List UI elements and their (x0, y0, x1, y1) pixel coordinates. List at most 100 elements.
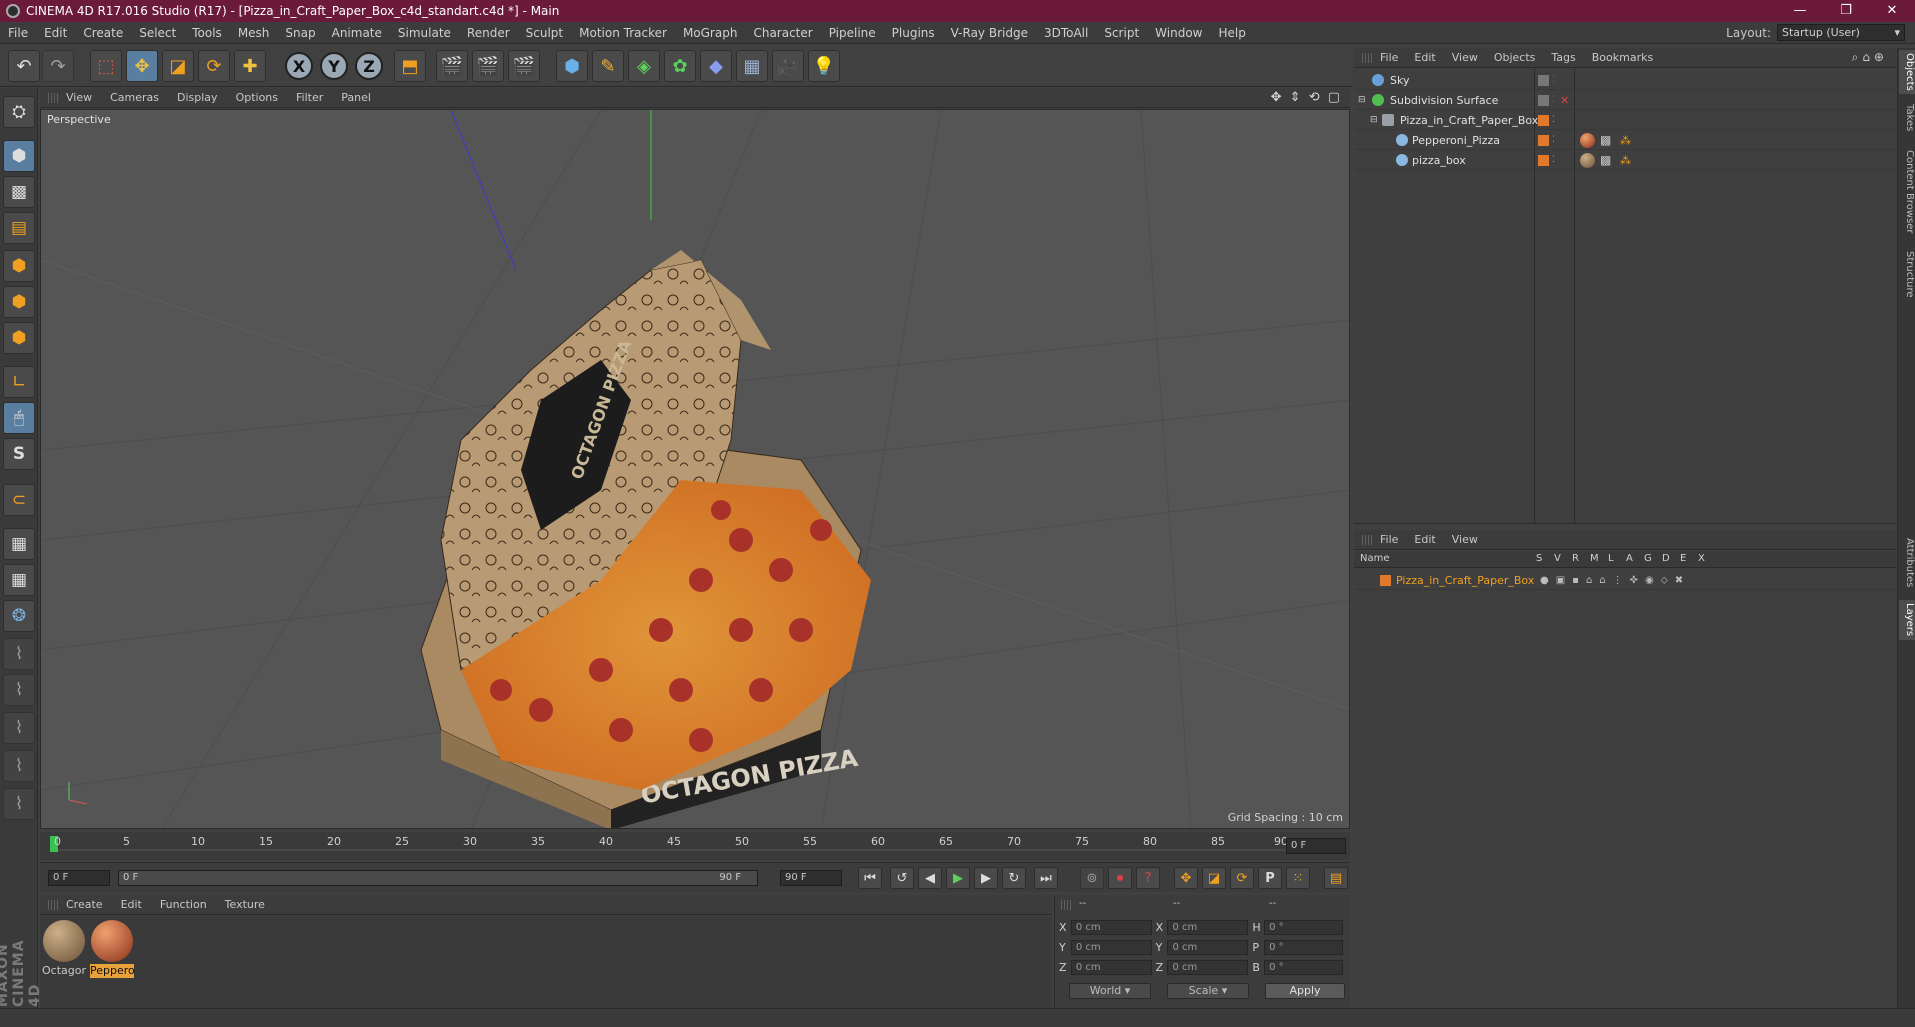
menu-sculpt[interactable]: Sculpt (526, 26, 563, 40)
sculpt-inflate-button[interactable]: ⌇ (3, 750, 35, 782)
layer-toggle[interactable] (1538, 74, 1549, 86)
menu-script[interactable]: Script (1104, 26, 1139, 40)
add-nurbs-button[interactable]: ◈ (628, 50, 660, 82)
range-slider[interactable]: 0 F 90 F (118, 870, 758, 886)
rotation-b-field[interactable]: 0 ° (1264, 959, 1343, 975)
layer-menu-file[interactable]: File (1380, 533, 1398, 546)
layer-color-swatch[interactable] (1538, 154, 1549, 166)
layer-color-swatch[interactable] (1380, 574, 1391, 586)
layer-toggle[interactable] (1538, 94, 1549, 106)
timeline-ruler[interactable]: 0 5 10 15 20 25 30 35 40 45 50 55 60 65 … (50, 832, 1290, 860)
coordinate-system-button[interactable]: ⬒ (394, 50, 426, 82)
position-z-field[interactable]: 0 cm (1070, 959, 1152, 975)
live-selection-button[interactable]: ⬚ (90, 50, 122, 82)
position-x-field[interactable]: 0 cm (1070, 919, 1152, 935)
viewport-menu-display[interactable]: Display (177, 91, 218, 104)
add-light-button[interactable]: 💡 (808, 50, 840, 82)
visibility-dots-icon[interactable]: ⁚ (1552, 75, 1555, 85)
coordinate-mode-dropdown[interactable]: World ▾ (1069, 983, 1151, 999)
menu-mograph[interactable]: MoGraph (683, 26, 738, 40)
object-row-pepperoni-pizza[interactable]: Pepperoni_Pizza ⁚ ▩ ⁂ (1354, 131, 1896, 150)
redo-button[interactable]: ↷ (42, 50, 74, 82)
material-pepperoni[interactable]: Pepperoni (90, 920, 134, 978)
menu-3dtoall[interactable]: 3DToAll (1044, 26, 1088, 40)
x-axis-lock-button[interactable]: X (285, 52, 313, 80)
collapse-icon[interactable]: ⊟ (1358, 95, 1366, 105)
rotation-h-field[interactable]: 0 ° (1264, 919, 1343, 935)
edges-mode-button[interactable]: ⬢ (3, 286, 35, 318)
previous-key-button[interactable]: ↺ (890, 867, 914, 889)
object-menu-view[interactable]: View (1452, 51, 1478, 64)
material-octagon[interactable]: Octagon (42, 920, 86, 978)
tab-takes[interactable]: Takes (1899, 100, 1915, 136)
material-tag-icon[interactable] (1580, 152, 1595, 168)
object-menu-edit[interactable]: Edit (1414, 51, 1435, 64)
object-row-pizza-box[interactable]: pizza_box ⁚ ▩ ⁂ (1354, 151, 1896, 170)
key-scale-button[interactable]: ◪ (1202, 867, 1226, 889)
make-editable-button[interactable]: ⛭ (3, 96, 35, 128)
size-y-field[interactable]: 0 cm (1167, 939, 1249, 955)
apply-button[interactable]: Apply (1265, 983, 1345, 999)
viewport-menu-filter[interactable]: Filter (296, 91, 323, 104)
position-y-field[interactable]: 0 cm (1070, 939, 1152, 955)
object-menu-objects[interactable]: Objects (1494, 51, 1536, 64)
tab-structure[interactable]: Structure (1899, 248, 1915, 300)
menu-window[interactable]: Window (1155, 26, 1202, 40)
menu-character[interactable]: Character (753, 26, 812, 40)
sculpt-brush-button[interactable]: ⌇ (3, 638, 35, 670)
render-settings-button[interactable]: 🎬 (508, 50, 540, 82)
layer-flag-icons[interactable]: ●▣▪⌂⌂⋮✜◉⬦✖ (1540, 575, 1690, 586)
uvw-tag-icon[interactable]: ⁂ (1620, 134, 1631, 147)
minimize-button[interactable]: — (1777, 0, 1823, 22)
axis-mode-button[interactable]: ∟ (3, 366, 35, 398)
menu-file[interactable]: File (8, 26, 28, 40)
menu-render[interactable]: Render (467, 26, 510, 40)
menu-snap[interactable]: Snap (285, 26, 315, 40)
magnet-button[interactable]: ⊂ (3, 484, 35, 516)
uvw-tag-icon[interactable]: ⁂ (1620, 154, 1631, 167)
python-button[interactable]: ❂ (3, 600, 35, 632)
visibility-dots-icon[interactable]: ⁚ (1552, 115, 1555, 125)
motion-record-button[interactable]: ⊚ (1080, 867, 1104, 889)
visibility-dots-icon[interactable]: ⁚ (1552, 95, 1555, 105)
close-button[interactable]: ✕ (1869, 0, 1915, 22)
go-to-start-button[interactable]: ⏮ (858, 867, 882, 889)
disabled-x-icon[interactable]: ✕ (1560, 94, 1569, 107)
menu-create[interactable]: Create (83, 26, 123, 40)
z-axis-lock-button[interactable]: Z (355, 52, 383, 80)
viewport-menu-cameras[interactable]: Cameras (110, 91, 159, 104)
add-floor-button[interactable]: ▦ (736, 50, 768, 82)
menu-select[interactable]: Select (139, 26, 176, 40)
record-button[interactable]: ⏺ (1108, 867, 1132, 889)
menu-animate[interactable]: Animate (332, 26, 382, 40)
next-frame-button[interactable]: ▶ (974, 867, 998, 889)
menu-pipeline[interactable]: Pipeline (829, 26, 876, 40)
model-mode-button[interactable]: ⬢ (3, 140, 35, 172)
timeline-window-button[interactable]: ▤ (1324, 867, 1348, 889)
lock-workplane-button[interactable]: ▦ (3, 528, 35, 560)
object-menu-tags[interactable]: Tags (1551, 51, 1575, 64)
viewport-menu-options[interactable]: Options (236, 91, 278, 104)
material-tag-icon[interactable] (1580, 132, 1595, 148)
size-mode-dropdown[interactable]: Scale ▾ (1167, 983, 1249, 999)
object-manager-search-home-icons[interactable]: ⌕⌂⊕ (1852, 50, 1888, 65)
previous-frame-button[interactable]: ◀ (918, 867, 942, 889)
3d-viewport[interactable]: Perspective OCTAGON PIZZA OCTAGON PIZZA … (40, 109, 1350, 829)
viewport-menu-panel[interactable]: Panel (341, 91, 371, 104)
restore-button[interactable]: ❐ (1823, 0, 1869, 22)
scale-tool-button[interactable]: ◪ (162, 50, 194, 82)
menu-simulate[interactable]: Simulate (398, 26, 451, 40)
object-menu-file[interactable]: File (1380, 51, 1398, 64)
sculpt-smooth-button[interactable]: ⌇ (3, 712, 35, 744)
autokey-button[interactable]: ? (1136, 867, 1160, 889)
add-deformer-button[interactable]: ◆ (700, 50, 732, 82)
tab-objects[interactable]: Objects (1899, 50, 1915, 94)
layer-menu-view[interactable]: View (1452, 533, 1478, 546)
rotate-tool-button[interactable]: ⟳ (198, 50, 230, 82)
sculpt-flatten-button[interactable]: ⌇ (3, 788, 35, 820)
viewport-menu-view[interactable]: View (66, 91, 92, 104)
transform-tool-button[interactable]: ✚ (234, 50, 266, 82)
snap-button[interactable]: S (3, 438, 35, 470)
move-tool-button[interactable]: ✥ (126, 50, 158, 82)
add-camera-button[interactable]: 🎥 (772, 50, 804, 82)
